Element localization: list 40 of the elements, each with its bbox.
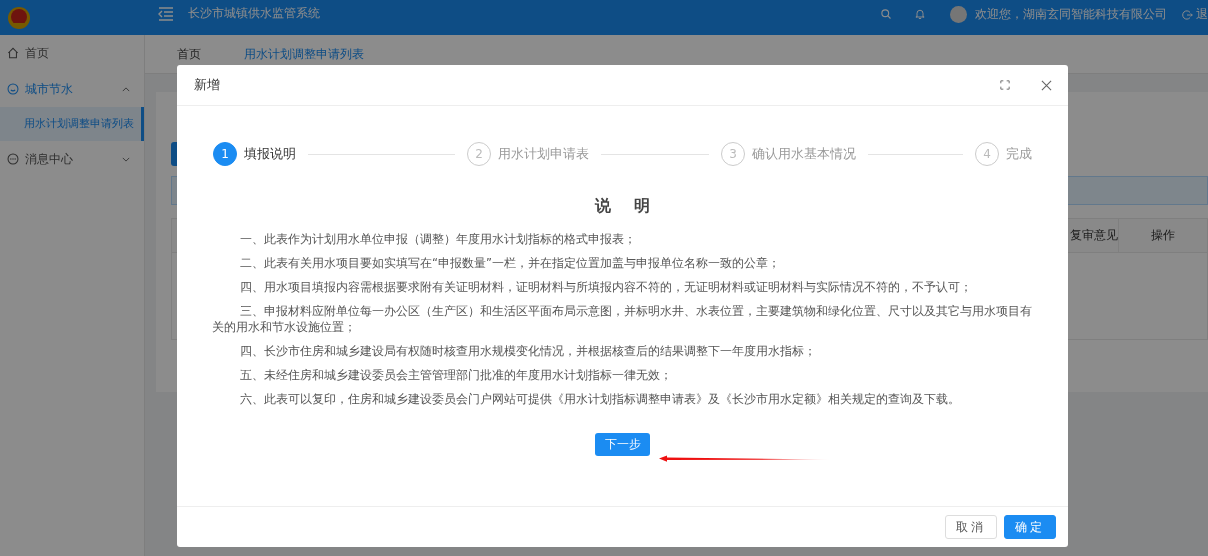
submenu-item[interactable]: 用水计划调整申请列表 [0,107,144,141]
step-label: 确认用水基本情况 [752,145,856,163]
menu-item[interactable]: 消息中心 [0,141,144,177]
section-heading: 说 明 [593,196,652,217]
column-header: 操作 [1118,219,1207,252]
step-label: 完成 [1006,145,1032,163]
chat-icon [7,153,19,165]
chevron-icon [122,86,130,92]
close-icon[interactable] [1041,79,1052,91]
search-icon[interactable] [880,7,892,20]
instruction-paragraph: 二、此表有关用水项目要如实填写在“申报数量”一栏，并在指定位置加盖与申报单位名称一致的公章； [239,255,781,271]
instruction-paragraph: 六、此表可以复印，住房和城乡建设委员会门户网站可提供《用水计划指标调整申请表》及《长沙市用水定额》相关规定的查询及下载。 [239,391,961,407]
home-icon [7,47,19,59]
app-title: 长沙市城镇供水监管系统 [188,5,320,22]
bell-icon[interactable] [914,7,926,20]
instruction-paragraph: 五、未经住房和城乡建设委员会主管管理部门批准的年度用水计划指标一律无效； [239,367,673,383]
page-tab[interactable]: 首页 [177,46,201,62]
instruction-paragraph: 一、此表作为计划用水单位申报（调整）年度用水计划指标的格式申报表； [239,231,637,247]
avatar[interactable] [950,6,967,23]
smile-icon [7,83,19,95]
next-step-button[interactable]: 下一步 [595,433,650,456]
menu-item[interactable]: 城市节水 [0,71,144,107]
logout-icon[interactable] [1181,8,1193,21]
step-label: 用水计划申请表 [498,145,589,163]
instruction-paragraph: 四、长沙市住房和城乡建设局有权随时核查用水规模变化情况，并根据核查后的结果调整下一年度用水指标； [239,343,817,359]
step-number: 1 [213,142,237,166]
step-label: 填报说明 [244,145,296,163]
chevron-icon [122,156,130,162]
dialog-title: 新增 [194,76,221,94]
page-tab[interactable]: 用水计划调整申请列表 [244,46,364,62]
confirm-button[interactable]: 确定 [1004,515,1056,539]
welcome-text: 欢迎您，湖南玄同智能科技有限公司 [975,7,1167,22]
instruction-paragraph: 四、用水项目填报内容需根据要求附有关证明材料，证明材料与所填报内容不符的，无证明材料或证明材料与实际情况不符的，不予认可； [239,279,973,295]
emblem-icon [7,5,31,30]
menu-item[interactable]: 首页 [0,35,144,71]
menu-icon[interactable] [158,6,174,21]
instruction-paragraph: 三、申报材料应附单位每一办公区（生产区）和生活区平面布局示意图，并标明水井、水表位置，主要建筑物和绿化位置、尺寸以及其它与用水项目有关的用水和节水设施位置； [212,303,1033,335]
logout-link[interactable]: 退 [1196,6,1208,23]
fullscreen-icon[interactable] [1000,80,1010,90]
cancel-button[interactable]: 取消 [945,515,997,539]
